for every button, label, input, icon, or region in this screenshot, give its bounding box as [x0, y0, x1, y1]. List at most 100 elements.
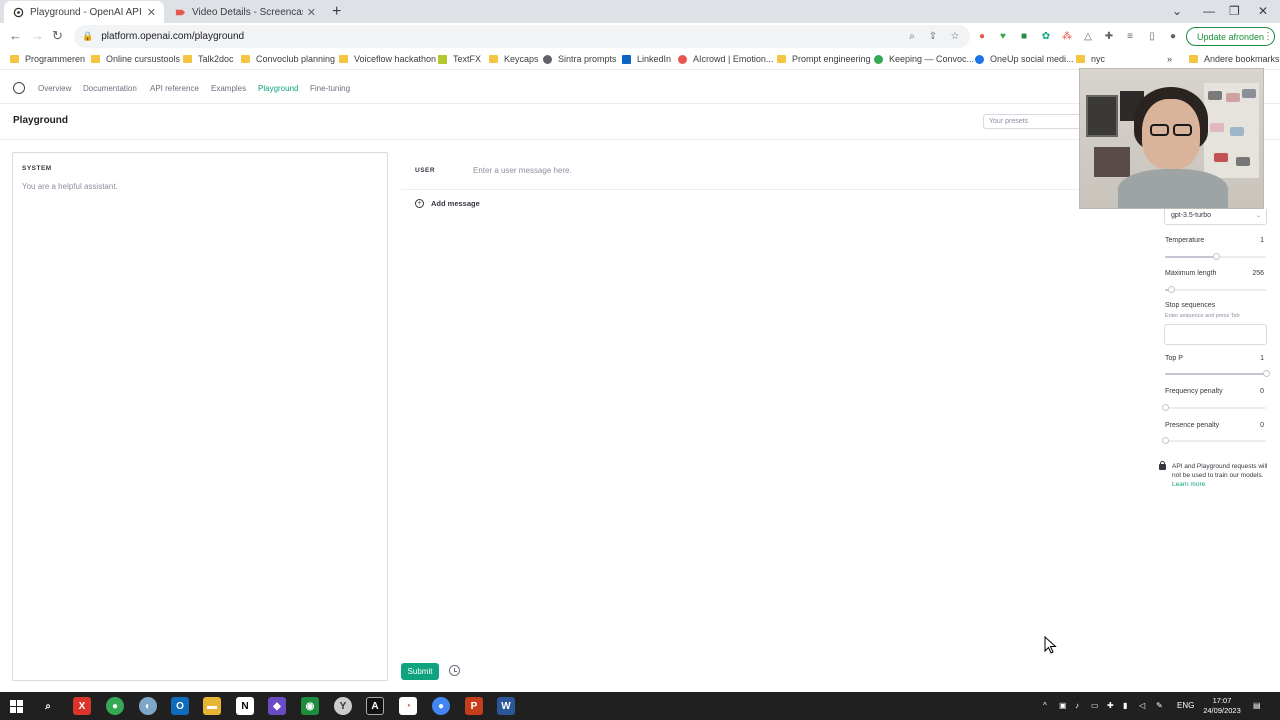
app-icon[interactable]: A [366, 697, 384, 715]
top-p-value[interactable]: 1 [1200, 355, 1264, 362]
star-icon[interactable]: ☆ [949, 30, 961, 42]
profile-avatar[interactable]: ● [1167, 30, 1179, 42]
openai-logo-icon[interactable] [13, 82, 25, 94]
file-explorer-icon[interactable]: ▬ [203, 697, 221, 715]
tray-icon[interactable]: ▣ [1059, 701, 1067, 710]
chrome-icon[interactable]: ● [106, 697, 124, 715]
slider-knob[interactable] [1263, 370, 1270, 377]
microphone-icon[interactable]: ♪ [1075, 701, 1079, 710]
bookmark-item[interactable]: Keycaps [489, 54, 539, 64]
slider-knob[interactable] [1212, 253, 1220, 260]
presence-penalty-value[interactable]: 0 [1200, 422, 1264, 429]
bookmark-item[interactable]: Sintra prompts [543, 54, 617, 64]
address-bar[interactable]: 🔒 platform.openai.com/playground [74, 25, 970, 48]
notification-icon[interactable]: ▤ [1253, 701, 1261, 710]
learn-more-link[interactable]: Learn more [1172, 481, 1205, 488]
volume-icon[interactable]: ◁ [1139, 701, 1145, 710]
system-message-input[interactable]: You are a helpful assistant. [22, 182, 118, 191]
bookmark-item[interactable]: Talk2doc [183, 54, 234, 64]
temperature-slider[interactable] [1165, 253, 1266, 260]
puzzle-icon[interactable]: ✚ [1103, 30, 1115, 42]
tab-playground[interactable]: Playground - OpenAI API ✕ [4, 1, 164, 23]
app-icon[interactable]: Y [334, 697, 352, 715]
stop-sequences-input[interactable] [1164, 324, 1267, 345]
app-icon[interactable]: ◐ [139, 697, 157, 715]
extension-icon[interactable]: ■ [1018, 30, 1030, 42]
max-length-slider[interactable] [1165, 286, 1266, 293]
bookmark-item[interactable]: nyc [1076, 54, 1105, 64]
language-indicator[interactable]: ENG [1177, 701, 1194, 710]
top-p-slider[interactable] [1165, 370, 1270, 377]
frequency-penalty-slider[interactable] [1162, 404, 1266, 411]
slider-knob[interactable] [1162, 404, 1169, 411]
side-panel-icon[interactable]: ▯ [1146, 30, 1158, 42]
pen-icon[interactable]: ✎ [1156, 701, 1163, 710]
temperature-value[interactable]: 1 [1200, 237, 1264, 244]
nav-examples[interactable]: Examples [211, 84, 246, 93]
window-close-icon[interactable]: ✕ [1258, 4, 1268, 18]
add-message-button[interactable]: + Add message [415, 199, 480, 208]
tray-icon[interactable]: ▭ [1091, 701, 1099, 710]
app-icon[interactable]: ◆ [268, 697, 286, 715]
windows-start-icon[interactable] [7, 697, 25, 715]
model-select[interactable]: gpt-3.5-turbo ⌄ [1164, 209, 1267, 225]
chevron-up-icon[interactable]: ^ [1043, 701, 1047, 710]
bookmark-item[interactable]: LinkedIn [622, 54, 671, 64]
powerpoint-icon[interactable]: P [465, 697, 483, 715]
max-length-value[interactable]: 256 [1200, 270, 1264, 277]
user-role-label[interactable]: USER [415, 167, 435, 174]
app-icon[interactable]: ◉ [301, 697, 319, 715]
slider-knob[interactable] [1162, 437, 1169, 444]
notion-icon[interactable]: N [236, 697, 254, 715]
asana-extension-icon[interactable]: ⁂ [1061, 30, 1073, 42]
nav-overview[interactable]: Overview [38, 84, 71, 93]
bookmark-item[interactable]: AIcrowd | Emotion... [678, 54, 773, 64]
chrome-icon[interactable]: ● [429, 692, 453, 720]
zoom-icon[interactable]: ⌕ [906, 30, 918, 42]
tab-video-details[interactable]: Video Details - Screencastify ✕ [166, 1, 324, 23]
bookmarks-overflow-icon[interactable]: » [1167, 54, 1172, 64]
user-message-input[interactable]: Enter a user message here. [473, 166, 572, 175]
submit-button[interactable]: Submit [401, 663, 439, 680]
share-icon[interactable]: ⇪ [927, 30, 939, 42]
shield-extension-icon[interactable]: ♥ [997, 30, 1009, 42]
bookmark-item[interactable]: Voiceflow hackathon [339, 54, 436, 64]
bookmark-item[interactable]: TextFX [438, 54, 481, 64]
slider-knob[interactable] [1168, 286, 1176, 293]
close-icon[interactable]: ✕ [307, 6, 316, 19]
other-bookmarks[interactable]: Andere bookmarks [1189, 54, 1280, 64]
bookmark-item[interactable]: OneUp social medi... [975, 54, 1074, 64]
system-panel[interactable]: SYSTEM You are a helpful assistant. [12, 152, 388, 681]
nav-api-reference[interactable]: API reference [150, 84, 199, 93]
presets-select[interactable]: Your presets [983, 114, 1083, 129]
bookmark-item[interactable]: Prompt engineering [777, 54, 871, 64]
nav-playground[interactable]: Playground [258, 84, 298, 93]
tray-icon[interactable]: ✚ [1107, 701, 1114, 710]
close-icon[interactable]: ✕ [147, 6, 156, 19]
screencastify-extension-icon[interactable]: ● [976, 30, 988, 42]
clock[interactable]: 17:07 24/09/2023 [1200, 696, 1244, 716]
presence-penalty-slider[interactable] [1162, 437, 1266, 444]
chatgpt-extension-icon[interactable]: ✿ [1040, 30, 1052, 42]
reading-list-icon[interactable]: ≡ [1124, 30, 1136, 42]
search-icon[interactable]: ⌕ [39, 697, 57, 715]
chevron-down-icon[interactable]: ⌄ [1172, 4, 1182, 18]
app-icon[interactable]: X [73, 697, 91, 715]
bookmark-item[interactable]: Keeping — Convoc... [874, 54, 974, 64]
forward-icon[interactable]: → [31, 28, 44, 43]
bookmark-item[interactable]: Programmeren [10, 54, 85, 64]
app-icon[interactable]: ◔ [399, 697, 417, 715]
bookmark-item[interactable]: Convoclub planning [241, 54, 335, 64]
battery-icon[interactable]: ▮ [1123, 701, 1127, 710]
outlook-icon[interactable]: O [168, 692, 192, 720]
nav-fine-tuning[interactable]: Fine-tuning [310, 84, 350, 93]
word-icon[interactable]: W [497, 697, 515, 715]
maximize-icon[interactable]: ❐ [1229, 4, 1240, 18]
frequency-penalty-value[interactable]: 0 [1200, 388, 1264, 395]
minimize-icon[interactable]: — [1203, 4, 1215, 18]
bookmark-item[interactable]: Online cursustools [91, 54, 180, 64]
reload-icon[interactable]: ↻ [52, 28, 63, 44]
nav-documentation[interactable]: Documentation [83, 84, 137, 93]
history-icon[interactable] [449, 665, 460, 676]
drive-extension-icon[interactable]: △ [1082, 30, 1094, 42]
